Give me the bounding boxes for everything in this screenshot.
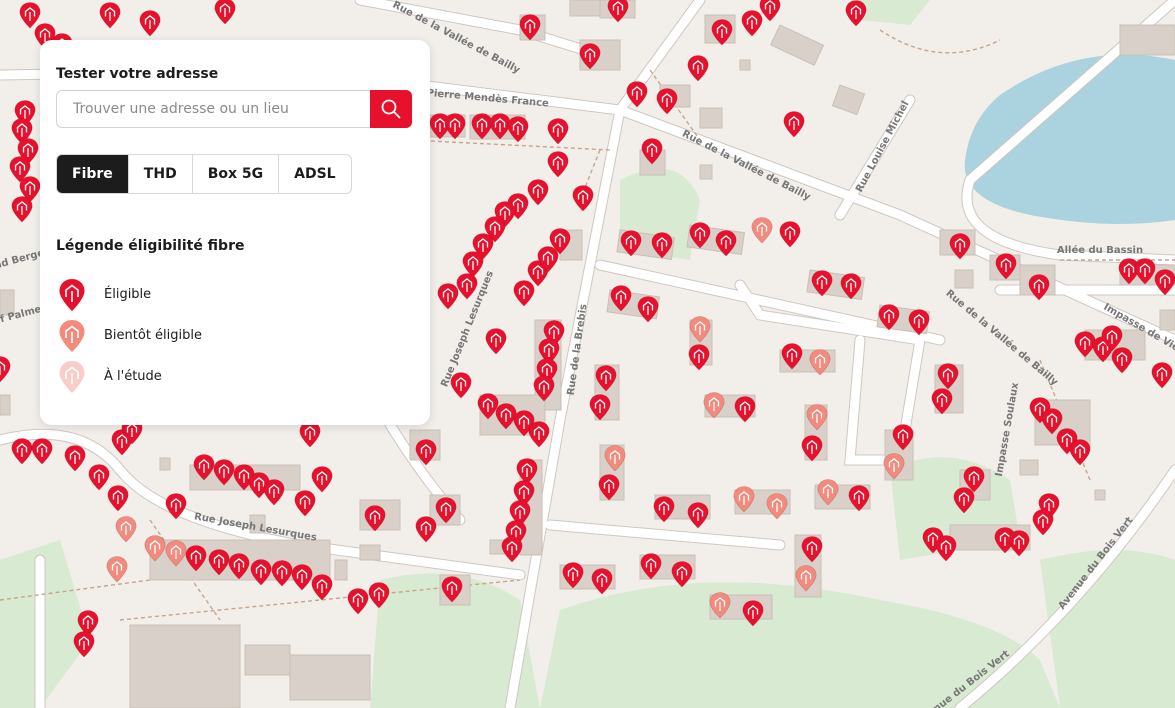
search-input[interactable]: [57, 91, 369, 127]
soon-eligible-marker-icon: [59, 320, 85, 352]
technology-tabs: Fibre THD Box 5G ADSL: [56, 154, 352, 194]
street-label: Allée du Bassin: [1057, 244, 1143, 256]
panel-title: Tester votre adresse: [56, 66, 219, 82]
legend-label-soon-eligible: Bientôt éligible: [104, 328, 202, 343]
legend-item-soon-eligible: Bientôt éligible: [56, 319, 396, 353]
eligible-marker-icon: [59, 279, 85, 311]
tab-box-5g[interactable]: Box 5G: [193, 155, 280, 193]
under-study-marker-icon: [59, 361, 85, 393]
tab-thd[interactable]: THD: [129, 155, 193, 193]
search-box: [56, 90, 412, 128]
tab-adsl[interactable]: ADSL: [279, 155, 350, 193]
legend-label-eligible: Éligible: [104, 287, 152, 302]
legend-item-under-study: À l'étude: [56, 360, 396, 394]
legend-title: Légende éligibilité fibre: [56, 238, 245, 254]
search-icon: [381, 99, 401, 119]
legend-label-under-study: À l'étude: [104, 369, 162, 384]
search-button[interactable]: [370, 90, 412, 128]
legend-item-eligible: Éligible: [56, 278, 396, 312]
address-panel: Tester votre adresse Fibre THD Box 5G AD…: [40, 40, 430, 425]
tab-fibre[interactable]: Fibre: [57, 155, 129, 193]
